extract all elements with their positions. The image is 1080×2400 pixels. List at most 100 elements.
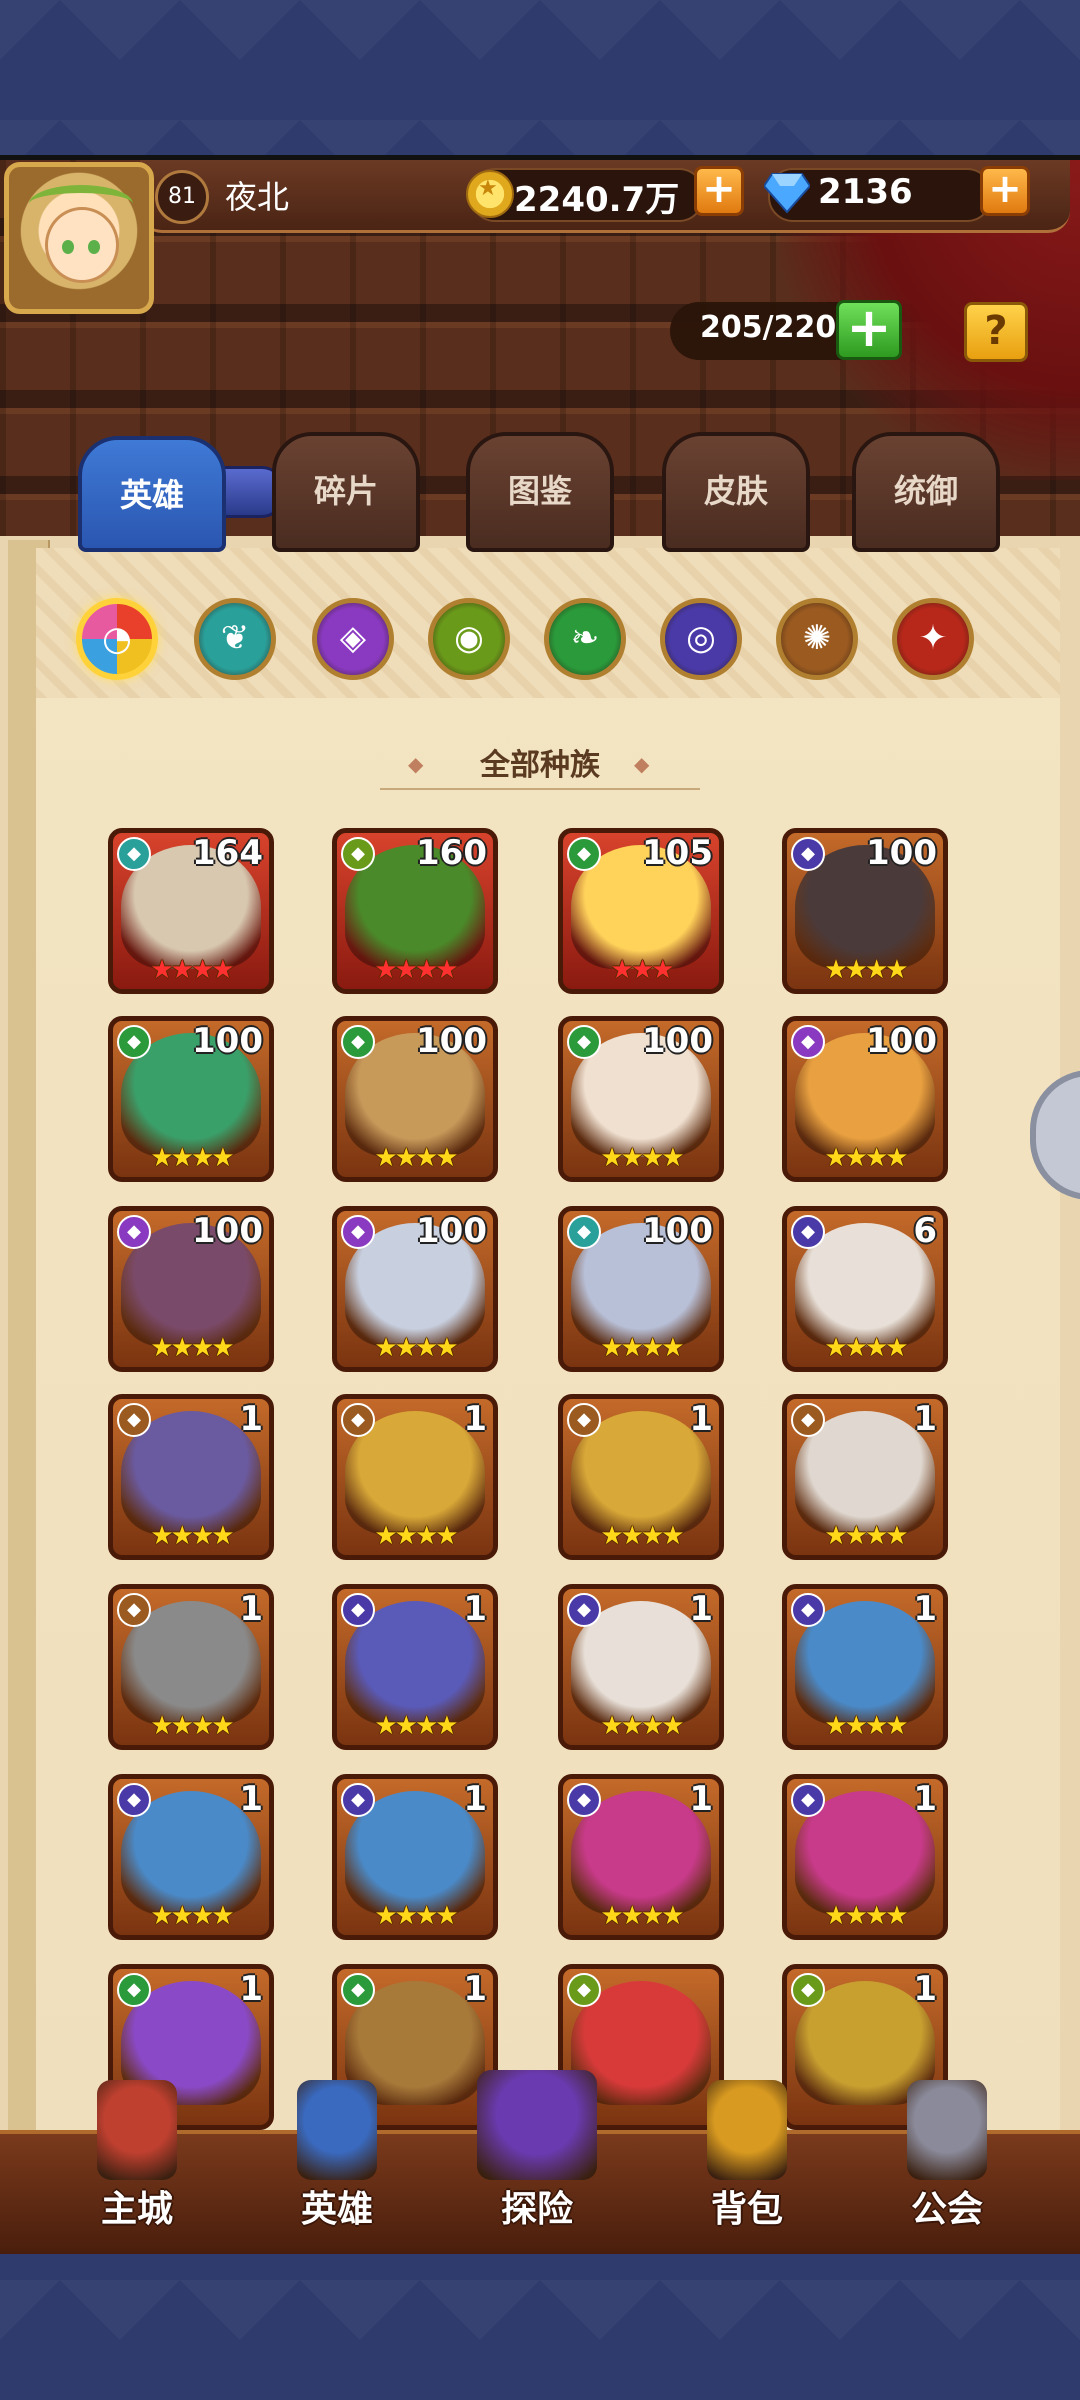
hero-card[interactable]: ◆ 160 ★★★★ [332, 828, 498, 994]
hero-stars: ★★★★ [150, 955, 234, 985]
race-indigo-icon: ◎ [686, 618, 716, 658]
hero-card[interactable]: ◆ 1 ★★★★ [108, 1394, 274, 1560]
hero-level: 1 [913, 1969, 937, 2009]
race-filter-2[interactable]: ❦ [194, 598, 276, 680]
nav-label: 英雄 [300, 2189, 373, 2230]
race-badge-icon: ◆ [117, 1593, 151, 1627]
race-olive-icon: ◉ [454, 618, 484, 658]
race-green-icon: ❧ [570, 618, 600, 658]
tab-5[interactable]: 统御 [852, 432, 1000, 552]
hero-card[interactable]: ◆ 1 ★★★★ [332, 1584, 498, 1750]
hero-card[interactable]: ◆ 100 ★★★★ [108, 1206, 274, 1372]
nav-label: 主城 [100, 2189, 173, 2230]
hero-card[interactable]: ◆ 1 ★★★★ [558, 1584, 724, 1750]
add-gold-button[interactable]: + [694, 166, 744, 216]
race-badge-icon: ◆ [567, 1783, 601, 1817]
avatar-eye [62, 240, 74, 254]
hero-level: 100 [416, 1021, 487, 1061]
hero-level: 100 [416, 1211, 487, 1251]
hero-stars: ★★★★ [824, 1711, 908, 1741]
race-filter-6[interactable]: ◎ [660, 598, 742, 680]
race-filter-7[interactable]: ✺ [776, 598, 858, 680]
race-badge-icon: ◆ [341, 1783, 375, 1817]
race-purple-icon: ◈ [339, 618, 367, 658]
hero-card[interactable]: ◆ 100 ★★★★ [108, 1016, 274, 1182]
hero-card[interactable]: ◆ 1 ★★★★ [558, 1394, 724, 1560]
race-badge-icon: ◆ [791, 1973, 825, 2007]
race-filter-5[interactable]: ❧ [544, 598, 626, 680]
hero-level: 100 [192, 1211, 263, 1251]
hero-stars: ★★★★ [824, 1333, 908, 1363]
hero-stars: ★★★★ [374, 1143, 458, 1173]
race-badge-icon: ◆ [341, 1973, 375, 2007]
nav-backpack[interactable]: 背包 [672, 2080, 822, 2240]
nav-portal[interactable]: 探险 [462, 2070, 612, 2240]
race-badge-icon: ◆ [791, 1783, 825, 1817]
hero-level: 1 [463, 1399, 487, 1439]
gold-amount: 2240.7万 [514, 180, 680, 220]
hero-stars: ★★★★ [824, 955, 908, 985]
race-badge-icon: ◆ [341, 1025, 375, 1059]
hero-card[interactable]: ◆ 100 ★★★★ [558, 1206, 724, 1372]
hero-card[interactable]: ◆ 100 ★★★★ [558, 1016, 724, 1182]
player-avatar[interactable] [4, 162, 154, 314]
hero-card[interactable]: ◆ 1 ★★★★ [782, 1584, 948, 1750]
hero-card[interactable]: ◆ 6 ★★★★ [782, 1206, 948, 1372]
race-badge-icon: ◆ [567, 1025, 601, 1059]
hero-stars: ★★★★ [374, 1521, 458, 1551]
hero-card[interactable]: ◆ 1 ★★★★ [332, 1774, 498, 1940]
race-filter-3[interactable]: ◈ [312, 598, 394, 680]
hero-card[interactable]: ◆ 1 ★★★★ [558, 1774, 724, 1940]
hero-level: 100 [866, 833, 937, 873]
hero-icon [297, 2080, 377, 2180]
race-badge-icon: ◆ [341, 1215, 375, 1249]
race-filter-4[interactable]: ◉ [428, 598, 510, 680]
race-badge-icon: ◆ [341, 1403, 375, 1437]
race-filter-1[interactable]: ◔ [76, 598, 158, 680]
hero-stars: ★★★★ [600, 1333, 684, 1363]
race-brown-icon: ✺ [802, 618, 832, 658]
hero-card[interactable]: ◆ 1 ★★★★ [108, 1584, 274, 1750]
nav-castle[interactable]: 主城 [62, 2080, 212, 2240]
race-badge-icon: ◆ [567, 837, 601, 871]
hero-card[interactable]: ◆ 105 ★★★ [558, 828, 724, 994]
hero-card[interactable]: ◆ 1 ★★★★ [782, 1774, 948, 1940]
nav-guild-tower[interactable]: 公会 [872, 2080, 1022, 2240]
race-badge-icon: ◆ [117, 837, 151, 871]
hero-level: 1 [913, 1589, 937, 1629]
hero-stars: ★★★★ [374, 1333, 458, 1363]
player-level-badge: 81 [155, 170, 209, 224]
hero-level: 1 [463, 1779, 487, 1819]
hero-card[interactable]: ◆ 1 ★★★★ [782, 1394, 948, 1560]
hero-stars: ★★★★ [600, 1711, 684, 1741]
tab-1[interactable]: 英雄 [78, 436, 226, 552]
hero-card[interactable]: ◆ 100 ★★★★ [332, 1016, 498, 1182]
hero-stars: ★★★★ [824, 1901, 908, 1931]
hero-card[interactable]: ◆ 100 ★★★★ [782, 1016, 948, 1182]
hero-level: 1 [239, 1399, 263, 1439]
hero-card[interactable]: ◆ 1 ★★★★ [332, 1394, 498, 1560]
tab-2[interactable]: 碎片 [272, 432, 420, 552]
nav-hero[interactable]: 英雄 [262, 2080, 412, 2240]
tab-4[interactable]: 皮肤 [662, 432, 810, 552]
hero-card[interactable]: ◆ 164 ★★★★ [108, 828, 274, 994]
hero-level: 1 [239, 1779, 263, 1819]
hero-level: 1 [689, 1399, 713, 1439]
race-red-icon: ✦ [918, 618, 948, 658]
hero-card[interactable]: ◆ 100 ★★★★ [332, 1206, 498, 1372]
race-badge-icon: ◆ [791, 837, 825, 871]
hero-card[interactable]: ◆ 100 ★★★★ [782, 828, 948, 994]
tab-3[interactable]: 图鉴 [466, 432, 614, 552]
hero-level: 100 [642, 1211, 713, 1251]
race-badge-icon: ◆ [341, 837, 375, 871]
add-gems-button[interactable]: + [980, 166, 1030, 216]
hero-stars: ★★★★ [600, 1901, 684, 1931]
hero-stars: ★★★ [610, 955, 675, 985]
race-badge-icon: ◆ [567, 1215, 601, 1249]
help-button[interactable]: ? [964, 302, 1028, 362]
race-badge-icon: ◆ [567, 1593, 601, 1627]
expand-capacity-button[interactable]: + [836, 300, 902, 360]
hero-card[interactable]: ◆ 1 ★★★★ [108, 1774, 274, 1940]
race-filter-8[interactable]: ✦ [892, 598, 974, 680]
backpack-icon [707, 2080, 787, 2180]
